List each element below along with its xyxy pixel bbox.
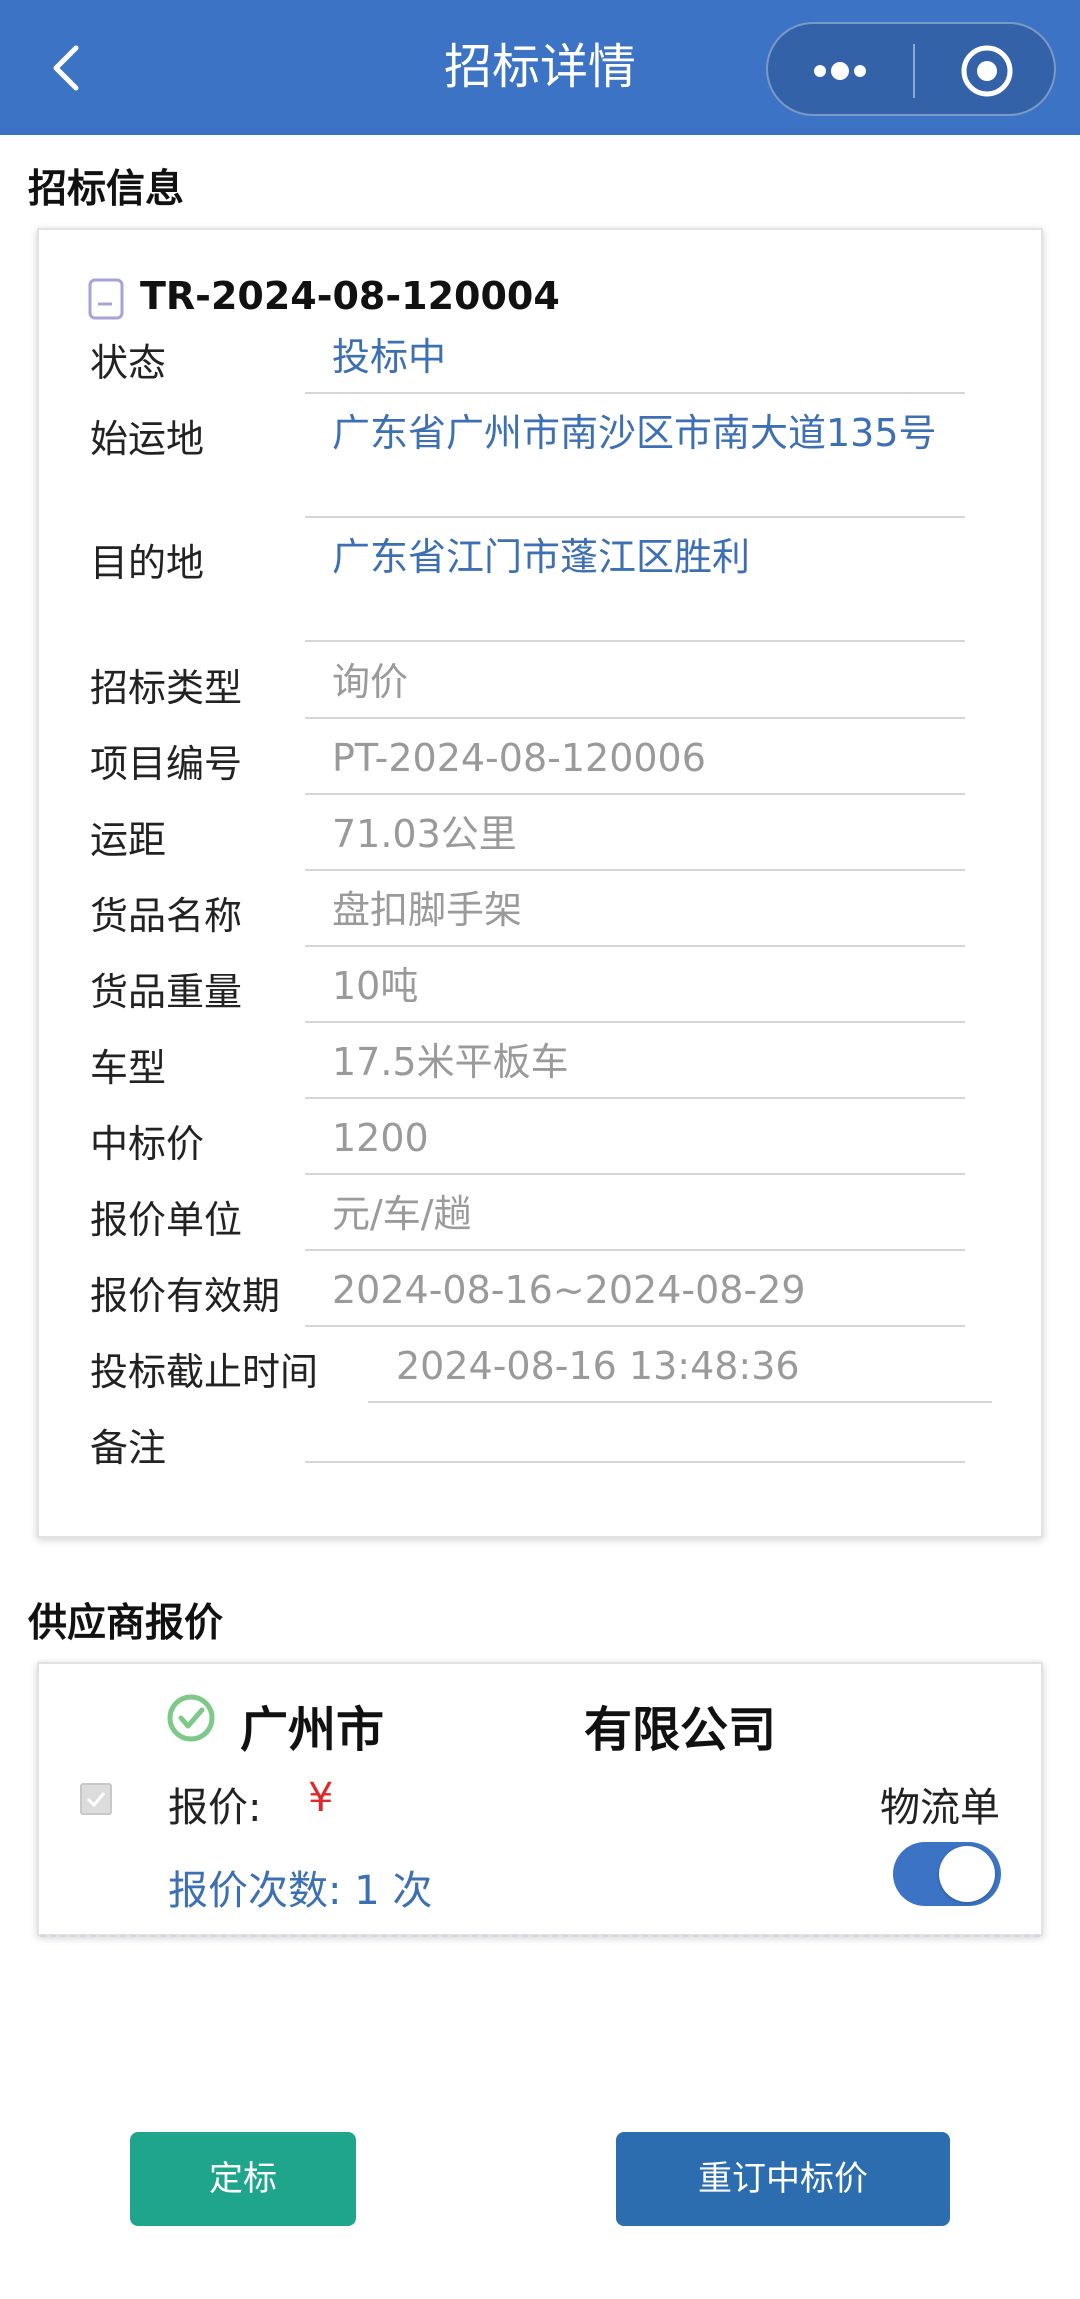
more-dots-icon: [814, 62, 866, 80]
tender-info-title: 招标信息: [28, 167, 185, 212]
distance-value: 71.03公里: [332, 812, 517, 856]
tender-type-label: 招标类型: [90, 666, 243, 710]
goods-weight-label: 货品重量: [90, 970, 243, 1014]
toggle-knob: [939, 1846, 995, 1902]
distance-divider: [305, 869, 965, 871]
quote-validity-label: 报价有效期: [90, 1274, 281, 1318]
remarks-divider: [305, 1461, 965, 1463]
bid-deadline-value: 2024-08-16 13:48:36: [396, 1344, 800, 1388]
vehicle-type-value: 17.5米平板车: [332, 1040, 569, 1084]
logistics-toggle[interactable]: [893, 1842, 1001, 1906]
origin-label: 始运地: [90, 417, 205, 461]
navbar: 招标详情: [0, 0, 1080, 135]
project-number-label: 项目编号: [90, 742, 243, 786]
goods-weight-value: 10吨: [332, 964, 419, 1008]
quote-validity-divider: [305, 1325, 965, 1327]
verified-check-icon: [167, 1694, 215, 1742]
winning-price-value: 1200: [332, 1116, 429, 1160]
quote-label: 报价:: [168, 1785, 262, 1831]
goods-weight-divider: [305, 1021, 965, 1023]
status-value: 投标中: [332, 335, 447, 379]
bid-deadline-divider: [368, 1401, 992, 1403]
vehicle-type-label: 车型: [90, 1046, 167, 1090]
origin-divider: [305, 516, 965, 518]
project-number-divider: [305, 793, 965, 795]
winning-price-divider: [305, 1173, 965, 1175]
supplier-select-checkbox[interactable]: [80, 1783, 112, 1815]
quote-validity-value: 2024-08-16~2024-08-29: [332, 1268, 806, 1312]
goods-name-value: 盘扣脚手架: [332, 888, 523, 932]
origin-value: 广东省广州市南沙区市南大道135号: [332, 411, 937, 455]
destination-divider: [305, 640, 965, 642]
price-unit-divider: [305, 1249, 965, 1251]
document-icon: [88, 278, 124, 320]
tender-type-value: 询价: [332, 660, 409, 704]
goods-name-divider: [305, 945, 965, 947]
price-unit-label: 报价单位: [90, 1198, 243, 1242]
remarks-label: 备注: [90, 1426, 167, 1470]
tender-type-divider: [305, 717, 965, 719]
quote-value: ¥: [308, 1775, 334, 1821]
bid-deadline-label: 投标截止时间: [90, 1350, 319, 1394]
supplier-company-name: 广州市 有限公司: [240, 1702, 777, 1758]
mini-program-capsule: [766, 22, 1056, 116]
reset-winning-price-button[interactable]: 重订中标价: [616, 2132, 950, 2226]
price-unit-value: 元/车/趟: [332, 1192, 472, 1236]
tender-code: TR-2024-08-120004: [140, 274, 560, 318]
winning-price-label: 中标价: [90, 1122, 205, 1166]
project-number-value: PT-2024-08-120006: [332, 736, 706, 780]
award-button[interactable]: 定标: [130, 2132, 356, 2226]
close-miniprogram-button[interactable]: [915, 24, 1058, 118]
destination-value: 广东省江门市蓬江区胜利: [332, 535, 751, 579]
logistics-label: 物流单: [880, 1785, 1000, 1831]
vehicle-type-divider: [305, 1097, 965, 1099]
check-icon: [86, 1792, 106, 1808]
more-button[interactable]: [768, 24, 913, 118]
target-icon: [961, 45, 1013, 97]
destination-label: 目的地: [90, 541, 205, 585]
card-dashed-edge: [40, 1935, 1040, 1937]
distance-label: 运距: [90, 818, 167, 862]
status-label: 状态: [90, 341, 167, 385]
goods-name-label: 货品名称: [90, 894, 243, 938]
status-divider: [305, 392, 965, 394]
quote-count: 报价次数: 1 次: [168, 1868, 433, 1914]
supplier-quote-title: 供应商报价: [28, 1601, 224, 1646]
